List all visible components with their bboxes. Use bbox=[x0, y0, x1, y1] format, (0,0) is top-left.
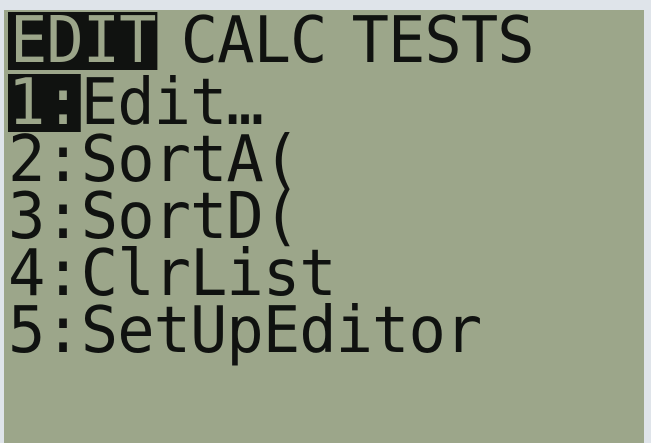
lcd-screen: EDIT CALC TESTS 1:Edit… 2:SortA( 3:SortD( … bbox=[4, 10, 644, 443]
calculator-bezel: EDIT CALC TESTS 1:Edit… 2:SortA( 3:SortD( … bbox=[0, 0, 651, 443]
menu-item-setupeditor[interactable]: 5:SetUpEditor bbox=[8, 294, 482, 368]
menu-item-number: 5: bbox=[8, 294, 82, 368]
tab-calc[interactable]: CALC bbox=[179, 10, 329, 73]
tab-edit[interactable]: EDIT bbox=[8, 10, 158, 73]
menu-tab-bar: EDIT CALC TESTS bbox=[8, 10, 536, 73]
tab-tests[interactable]: TESTS bbox=[350, 10, 536, 73]
menu-item-label: SetUpEditor bbox=[80, 294, 482, 368]
